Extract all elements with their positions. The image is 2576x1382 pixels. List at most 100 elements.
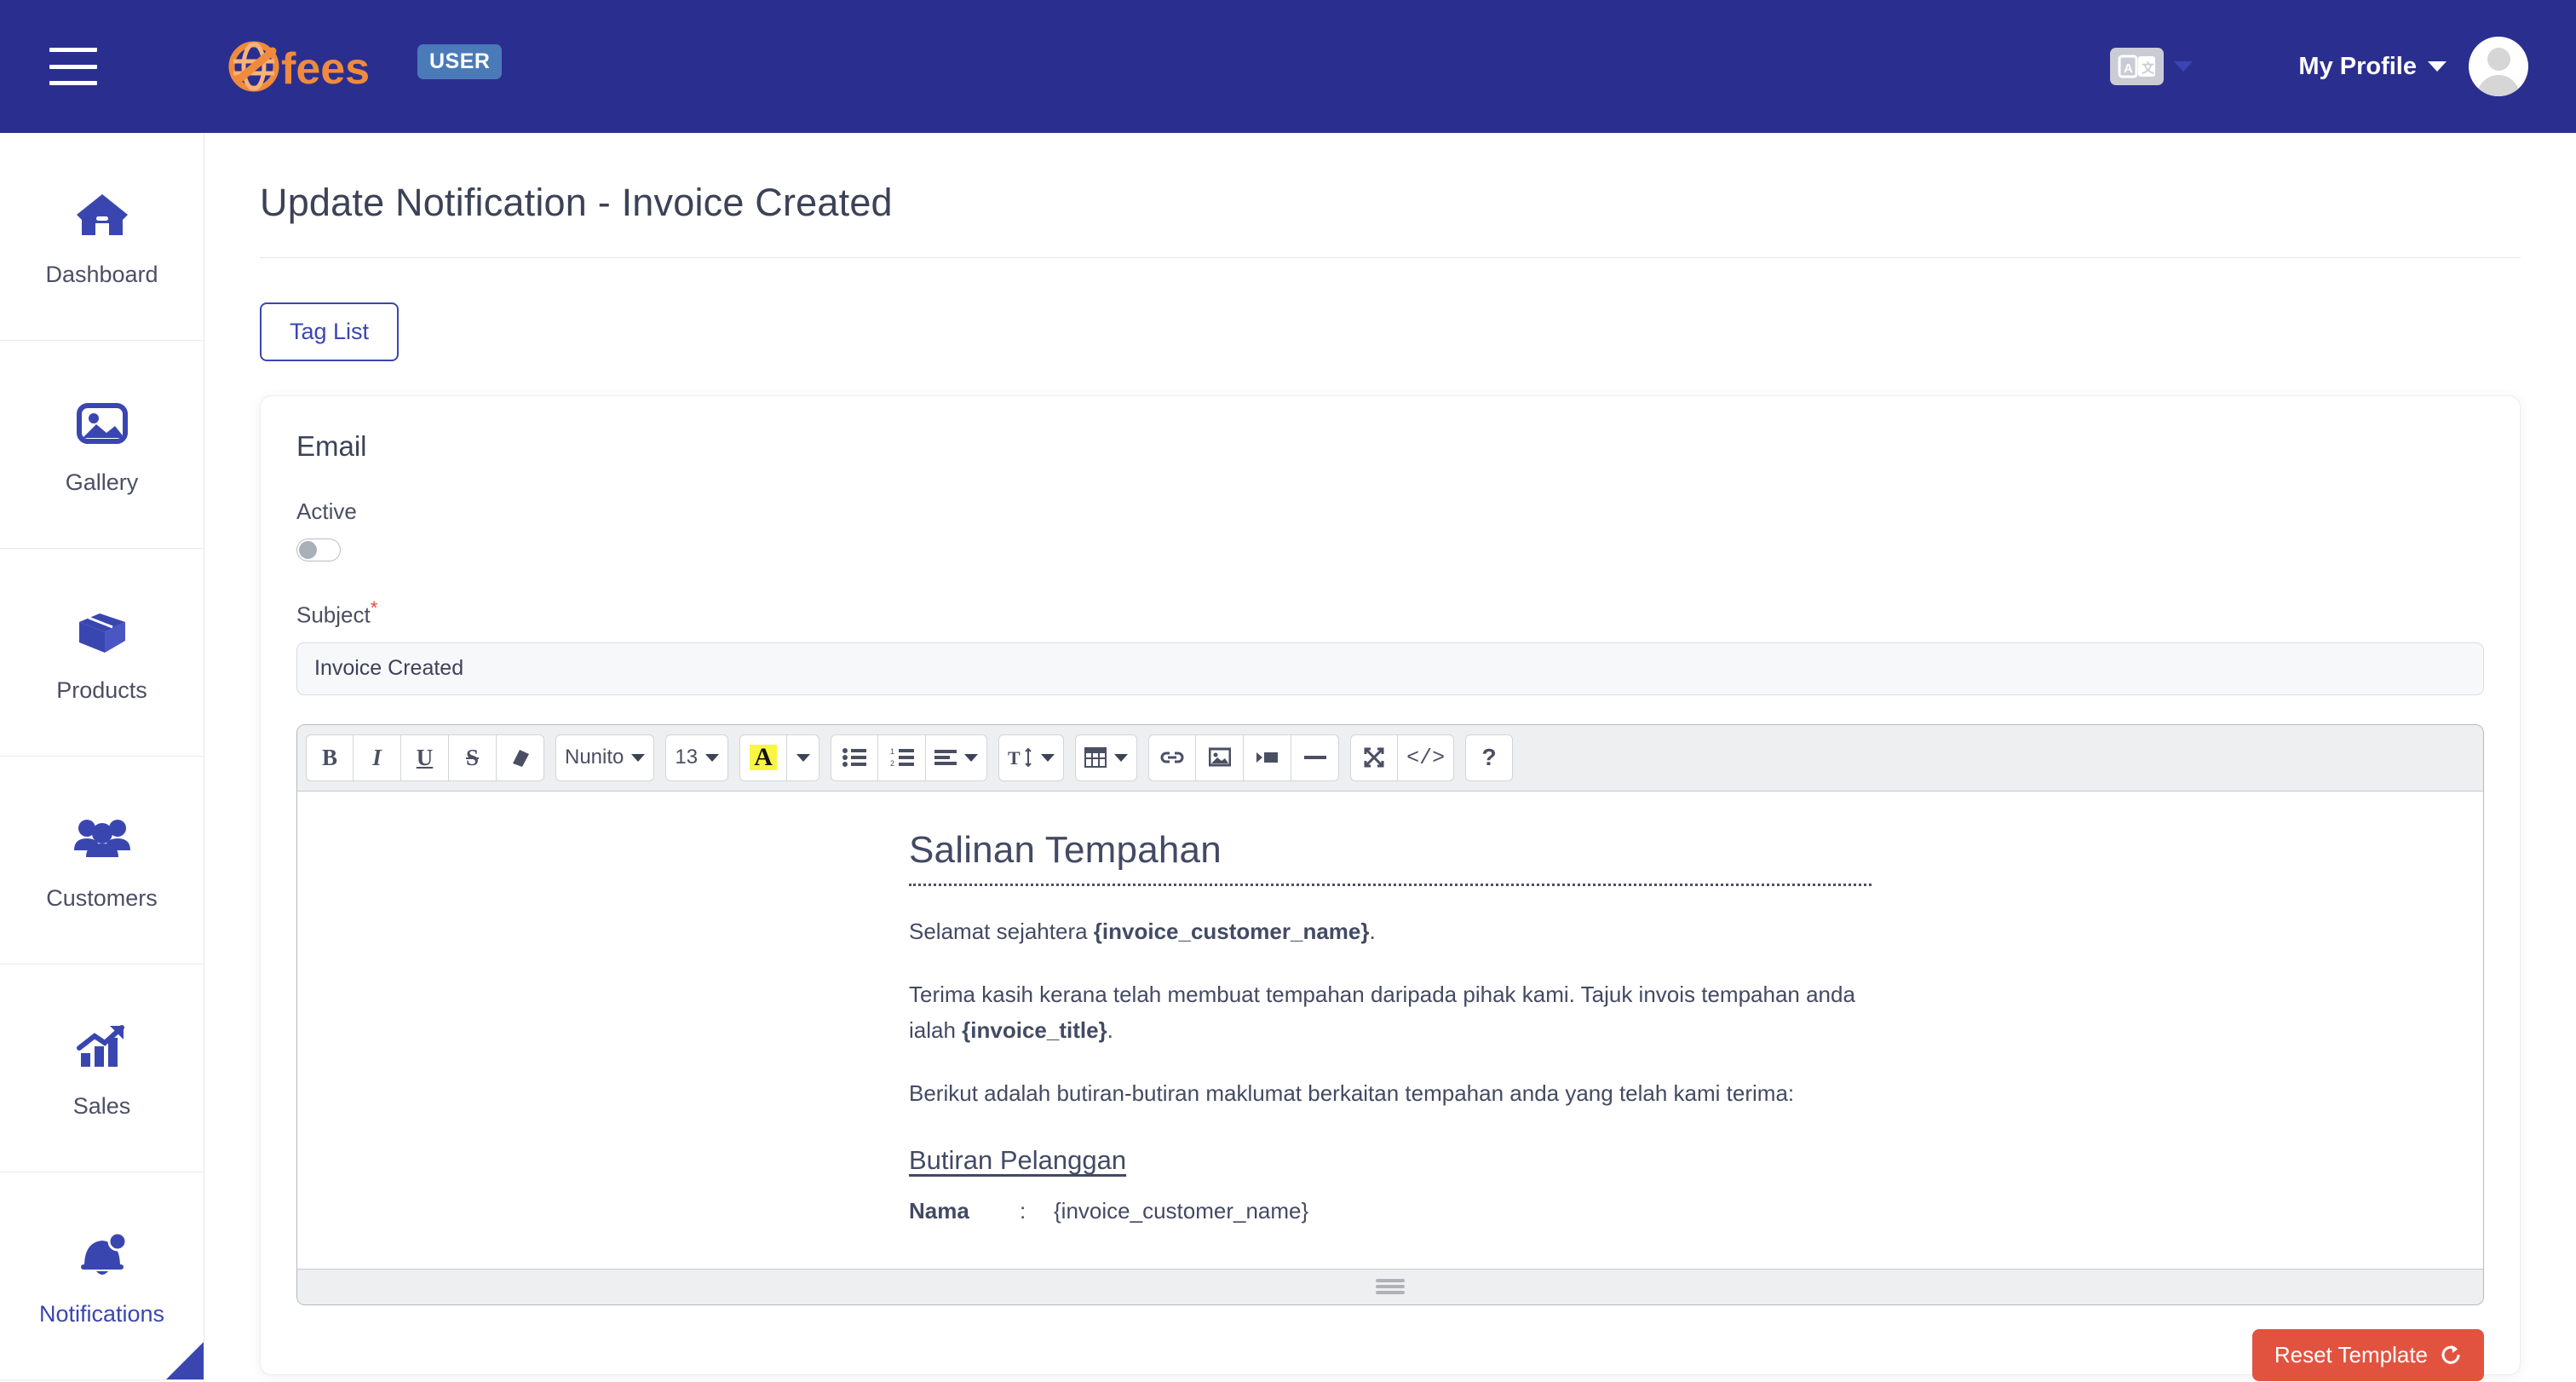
tag-list-button[interactable]: Tag List [260, 302, 400, 361]
toggle-knob [299, 541, 317, 559]
chevron-down-icon [2428, 61, 2447, 72]
font-family-select[interactable]: Nunito [555, 734, 655, 781]
list-group: 1 2 [831, 734, 988, 781]
hamburger-bar [49, 48, 97, 52]
active-indicator-corner [166, 1342, 204, 1379]
doc-subheading: Butiran Pelanggan [909, 1145, 1127, 1176]
svg-text:fees: fees [281, 44, 370, 94]
avatar[interactable] [2469, 37, 2528, 96]
line-height-icon[interactable]: T [998, 734, 1065, 781]
highlight-letter: A [750, 745, 777, 771]
align-left-icon[interactable] [926, 734, 988, 781]
my-profile-menu[interactable]: My Profile [2298, 53, 2447, 81]
hamburger-bar [49, 64, 97, 69]
view-group: </> [1350, 734, 1455, 781]
top-header-bar: fees USER A 文 My Profile [0, 0, 2576, 133]
brand-logo-group[interactable]: fees USER [223, 36, 503, 97]
sidebar-item-sales[interactable]: Sales [0, 965, 204, 1172]
doc-detail-value: {invoice_customer_name} [1054, 1198, 1309, 1224]
doc-dotted-divider [909, 883, 1872, 886]
bullet-list-icon[interactable] [831, 734, 879, 781]
help-button[interactable]: ? [1465, 734, 1514, 781]
code-view-button[interactable]: </> [1398, 734, 1455, 781]
table-group [1075, 734, 1138, 781]
sidebar-item-label: Notifications [38, 1301, 165, 1327]
language-selector[interactable]: A 文 [2110, 48, 2194, 85]
eraser-icon[interactable] [497, 734, 544, 781]
required-asterisk: * [370, 597, 378, 619]
card-title: Email [296, 430, 367, 462]
bell-icon [74, 1224, 130, 1286]
expand-icon[interactable] [1350, 734, 1399, 781]
hamburger-icon[interactable] [49, 48, 97, 85]
title-divider [260, 257, 2521, 258]
svg-text:2: 2 [890, 759, 894, 768]
resize-grip-icon [1376, 1276, 1405, 1297]
font-size-group: 13 [665, 734, 729, 781]
home-icon [74, 185, 130, 246]
image-icon [74, 393, 130, 454]
sidebar-item-label: Products [56, 677, 147, 703]
editor-content-area[interactable]: Salinan Tempahan Selamat sejahtera {invo… [297, 791, 2483, 1269]
editor-toolbar: B I U S Nunito 13 A 1 2 T </> ? [297, 724, 2483, 792]
subject-label: Subject* [296, 597, 2484, 629]
subject-label-text: Subject [296, 602, 371, 628]
doc-paragraph-thanks: Terima kasih kerana telah membuat tempah… [909, 976, 1872, 1048]
sidebar-item-gallery[interactable]: Gallery [0, 341, 204, 549]
main-content: Update Notification - Invoice Created Ta… [204, 133, 2576, 1382]
sidebar-item-label: Gallery [65, 469, 139, 495]
doc-detail-row: Nama : {invoice_customer_name} [909, 1198, 1872, 1224]
text-highlight-button[interactable]: A [739, 734, 788, 781]
refresh-icon [2441, 1345, 2460, 1364]
underline-button[interactable]: U [401, 734, 449, 781]
sidebar-item-products[interactable]: Products [0, 549, 204, 757]
highlight-group: A [739, 734, 820, 781]
sidebar-item-label: Customers [46, 885, 158, 911]
chart-growth-icon [74, 1016, 130, 1078]
people-icon [72, 809, 132, 870]
svg-text:1: 1 [890, 747, 894, 756]
numbered-list-icon[interactable]: 1 2 [878, 734, 927, 781]
doc-detail-colon: : [1020, 1198, 1026, 1224]
strikethrough-button[interactable]: S [449, 734, 497, 781]
chevron-down-icon [705, 753, 720, 762]
editor-resize-handle[interactable] [297, 1268, 2483, 1304]
sidebar-item-customers[interactable]: Customers [0, 757, 204, 965]
doc-tag-customer-name: {invoice_customer_name} [1093, 918, 1370, 944]
doc-paragraph-greeting: Selamat sejahtera {invoice_customer_name… [909, 913, 1872, 949]
svg-text:文: 文 [2142, 60, 2155, 76]
doc-heading: Salinan Tempahan [909, 828, 1222, 871]
my-profile-label: My Profile [2298, 52, 2417, 80]
italic-button[interactable]: I [354, 734, 401, 781]
sidebar-item-dashboard[interactable]: Dashboard [0, 133, 204, 341]
text-style-group: B I U S [306, 734, 544, 781]
line-height-group: T [998, 734, 1065, 781]
doc-tag-invoice-title: {invoice_title} [962, 1016, 1107, 1043]
highlight-color-dropdown[interactable] [787, 734, 820, 781]
subject-input[interactable] [296, 642, 2484, 695]
active-toggle[interactable] [296, 538, 341, 561]
chevron-down-icon [796, 753, 810, 762]
chevron-down-icon [1114, 753, 1129, 762]
sidebar-item-notifications[interactable]: Notifications [0, 1172, 204, 1380]
sidebar-nav: Dashboard Gallery Products Customers Sal… [0, 133, 204, 1382]
font-size-select[interactable]: 13 [665, 734, 729, 781]
video-icon[interactable] [1244, 734, 1292, 781]
chevron-down-icon [1041, 753, 1055, 762]
image-icon[interactable] [1196, 734, 1245, 781]
active-label: Active [296, 498, 357, 524]
sidebar-item-label: Sales [72, 1093, 131, 1119]
reset-template-label: Reset Template [2274, 1341, 2428, 1368]
table-icon[interactable] [1075, 734, 1138, 781]
horizontal-rule-icon[interactable] [1291, 734, 1340, 781]
font-family-value: Nunito [565, 746, 624, 769]
doc-detail-key: Nama [909, 1198, 969, 1224]
translate-icon: A 文 [2110, 48, 2165, 85]
header-right-group: A 文 My Profile [2110, 37, 2528, 96]
bold-button[interactable]: B [306, 734, 354, 781]
reset-template-button[interactable]: Reset Template [2251, 1328, 2484, 1381]
doc-text: . [1107, 1016, 1113, 1043]
font-size-value: 13 [675, 746, 699, 769]
link-icon[interactable] [1148, 734, 1197, 781]
doc-text: Selamat sejahtera [909, 918, 1094, 944]
